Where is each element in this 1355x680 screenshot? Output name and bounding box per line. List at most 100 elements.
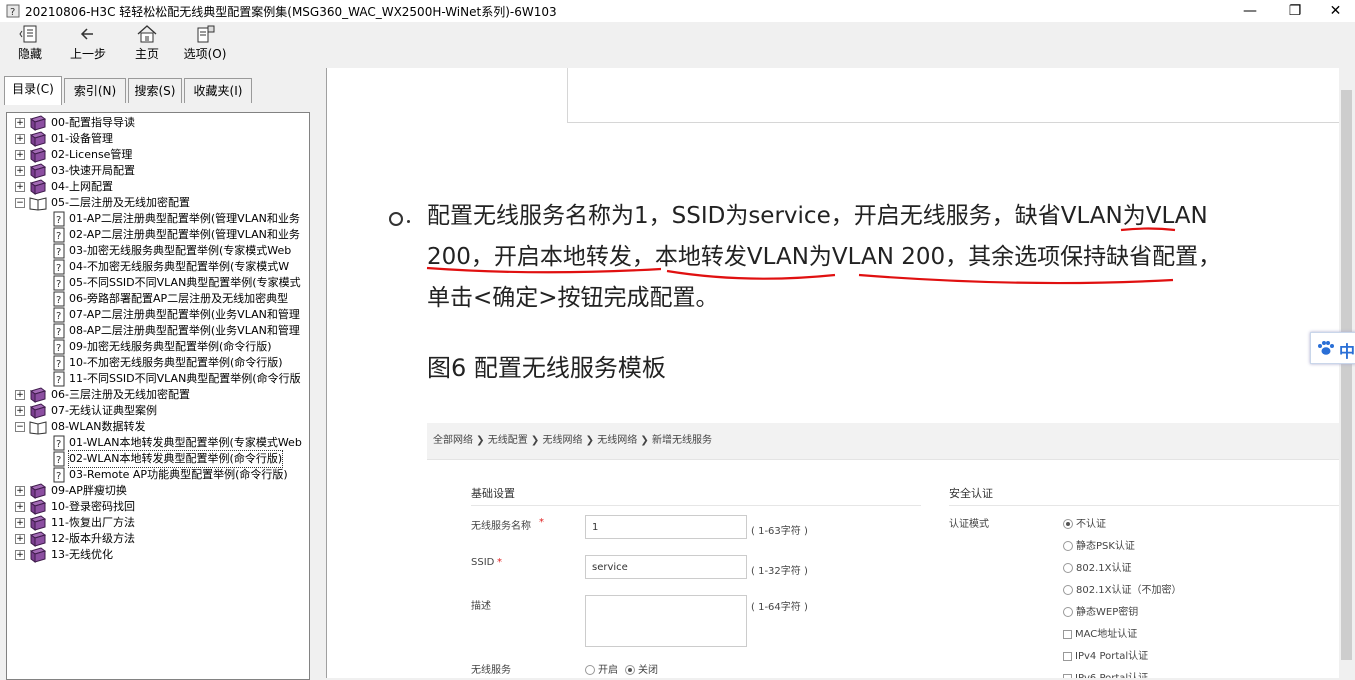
expand-icon[interactable]: + [15, 150, 25, 160]
svg-text:?: ? [56, 359, 61, 370]
service-name-input[interactable]: 1 [585, 515, 747, 539]
breadcrumb-text: 全部网络 ❯ 无线配置 ❯ 无线网络 ❯ 无线网络 ❯ 新增无线服务 [433, 435, 712, 446]
tree-item-label: 08-WLAN数据转发 [51, 420, 146, 433]
service-on-option[interactable]: 开启 [585, 661, 618, 676]
auth-radio-option[interactable]: 802.1X认证（不加密） [1063, 581, 1181, 596]
auth-radio-option[interactable]: 不认证 [1063, 515, 1106, 530]
help-page-icon: ? [53, 211, 65, 227]
service-off-option[interactable]: 关闭 [625, 661, 658, 676]
tree-item-label: 01-设备管理 [51, 132, 113, 145]
hide-button[interactable]: 隐藏 [12, 25, 48, 62]
description-textarea[interactable] [585, 595, 747, 647]
svg-text:?: ? [56, 343, 61, 354]
auth-checkbox-option[interactable]: MAC地址认证 [1063, 625, 1137, 640]
svg-text:?: ? [56, 295, 61, 306]
help-page-icon: ? [53, 435, 65, 451]
expand-icon[interactable]: + [15, 390, 25, 400]
closed-book-icon [29, 483, 47, 499]
service-on-label: 开启 [598, 665, 618, 676]
auth-option-label: 802.1X认证（不加密） [1076, 585, 1182, 596]
bullet-circle-icon [389, 212, 403, 226]
tab-search[interactable]: 搜索(S) [128, 78, 182, 103]
svg-text:?: ? [56, 231, 61, 242]
toolbar: 隐藏 上一步 主页 选项(O) [0, 22, 1355, 69]
tab-contents[interactable]: 目录(C) [4, 76, 62, 105]
help-page-icon: ? [53, 243, 65, 259]
expand-icon[interactable]: + [15, 134, 25, 144]
closed-book-icon [29, 131, 47, 147]
auth-radio-option[interactable]: 静态PSK认证 [1063, 537, 1135, 552]
help-page-icon: ? [53, 323, 65, 339]
closed-book-icon [29, 179, 47, 195]
checkbox-icon [1063, 673, 1072, 678]
home-button[interactable]: 主页 [132, 25, 162, 62]
tab-index[interactable]: 索引(N) [64, 78, 126, 103]
collapse-icon[interactable]: − [15, 422, 25, 432]
ssid-input[interactable]: service [585, 555, 747, 579]
open-book-icon [29, 421, 47, 435]
checkbox-icon [1063, 629, 1072, 639]
svg-text:?: ? [56, 375, 61, 386]
para-text-3: 本地转发VLAN为VLAN 200， [654, 244, 969, 270]
closed-book-icon [29, 147, 47, 163]
auth-checkbox-option[interactable]: IPv6 Portal认证 [1063, 669, 1148, 678]
window-title: 20210806-H3C 轻轻松松配无线典型配置案例集(MSG360_WAC_W… [25, 5, 557, 19]
svg-text:?: ? [56, 311, 61, 322]
tree-item-label: 00-配置指导导读 [51, 116, 135, 129]
tree-item-label: 03-快速开局配置 [51, 164, 135, 177]
vertical-scrollbar[interactable] [1339, 68, 1355, 678]
content-pane: 配置无线服务名称为1，SSID为service，开启无线服务，缺省VLAN为VL… [326, 68, 1355, 678]
instruction-paragraph: 配置无线服务名称为1，SSID为service，开启无线服务，缺省VLAN为VL… [427, 196, 1237, 319]
back-button[interactable]: 上一步 [68, 25, 108, 62]
expand-icon[interactable]: + [15, 502, 25, 512]
options-icon [197, 25, 215, 43]
tree-item-label: 01-WLAN本地转发典型配置举例(专家模式Web [69, 436, 302, 449]
expand-icon[interactable]: + [15, 182, 25, 192]
expand-icon[interactable]: + [15, 118, 25, 128]
tree-item-label: 07-AP二层注册典型配置举例(业务VLAN和管理 [69, 308, 300, 321]
tree-item-label: 01-AP二层注册典型配置举例(管理VLAN和业务 [69, 212, 300, 225]
expand-icon[interactable]: + [15, 486, 25, 496]
svg-text:?: ? [56, 279, 61, 290]
close-button[interactable]: ✕ [1316, 0, 1355, 22]
scrollbar-thumb[interactable] [1341, 90, 1352, 660]
home-icon [137, 25, 157, 43]
tree-item-label: 02-WLAN本地转发典型配置举例(命令行版) [67, 450, 284, 468]
radio-selected-icon [625, 665, 635, 675]
security-divider [949, 505, 1355, 506]
expand-icon[interactable]: + [15, 534, 25, 544]
tab-favorites[interactable]: 收藏夹(I) [184, 78, 252, 103]
tree-item-label: 11-恢复出厂方法 [51, 516, 135, 529]
title-bar: ? 20210806-H3C 轻轻松松配无线典型配置案例集(MSG360_WAC… [0, 0, 1355, 22]
screenshot-breadcrumb: 全部网络 ❯ 无线配置 ❯ 无线网络 ❯ 无线网络 ❯ 新增无线服务 [427, 423, 1355, 460]
auth-checkbox-option[interactable]: IPv4 Portal认证 [1063, 647, 1148, 662]
tree-item-label: 03-加密无线服务典型配置举例(专家模式Web [69, 244, 292, 257]
expand-icon[interactable]: + [15, 518, 25, 528]
closed-book-icon [29, 547, 47, 563]
collapse-icon[interactable]: − [15, 198, 25, 208]
tree-item-label: 06-三层注册及无线加密配置 [51, 388, 190, 401]
auth-check-label: IPv4 Portal认证 [1075, 651, 1149, 662]
svg-text:?: ? [56, 263, 61, 274]
expand-icon[interactable]: + [15, 406, 25, 416]
closed-book-icon [29, 163, 47, 179]
help-page-icon: ? [53, 371, 65, 387]
paw-icon [1318, 341, 1334, 355]
svg-text:?: ? [56, 247, 61, 258]
help-page-icon: ? [53, 451, 65, 467]
expand-icon[interactable]: + [15, 550, 25, 560]
tree-item-label: 11-不同SSID不同VLAN典型配置举例(命令行版 [69, 372, 301, 385]
options-button[interactable]: 选项(O) [182, 25, 228, 62]
ime-side-chip[interactable]: 中 [1310, 332, 1355, 364]
restore-button[interactable]: ❐ [1272, 0, 1318, 22]
back-arrow-icon [80, 28, 93, 40]
auth-check-label: MAC地址认证 [1075, 629, 1138, 640]
navigation-pane: 目录(C) 索引(N) 搜索(S) 收藏夹(I) +00-配置指导导读 +01-设… [0, 68, 320, 680]
auth-radio-option[interactable]: 静态WEP密钥 [1063, 603, 1138, 618]
figure-title: 图6 配置无线服务模板 [427, 354, 666, 382]
expand-icon[interactable]: + [15, 166, 25, 176]
checkbox-icon [1063, 651, 1072, 661]
auth-radio-option[interactable]: 802.1X认证 [1063, 559, 1131, 574]
minimize-button[interactable]: — [1227, 0, 1273, 22]
closed-book-icon [29, 403, 47, 419]
